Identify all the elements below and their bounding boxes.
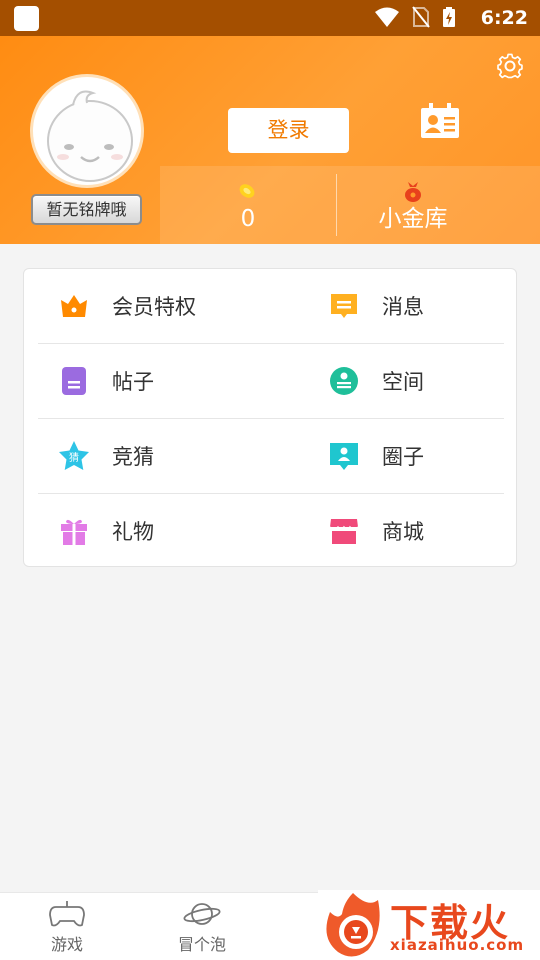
menu-item-gifts[interactable]: 礼物 bbox=[58, 494, 278, 568]
planet-icon bbox=[183, 903, 221, 925]
vault-stat[interactable]: 小金库 bbox=[350, 179, 476, 235]
shop-icon bbox=[329, 519, 359, 544]
default-avatar-face-icon bbox=[47, 90, 133, 182]
post-icon bbox=[62, 367, 86, 395]
guess-icon: 猜 bbox=[59, 441, 89, 470]
no-sim-icon bbox=[412, 6, 430, 28]
profile-header: 暂无铭牌哦 登录 0 小金库 bbox=[0, 36, 540, 244]
clock: 6:22 bbox=[480, 7, 528, 29]
crown-icon bbox=[61, 295, 87, 317]
menu-item-messages[interactable]: 消息 bbox=[328, 269, 498, 343]
menu-item-shop[interactable]: 商城 bbox=[328, 494, 498, 568]
svg-text:猜: 猜 bbox=[69, 451, 79, 464]
menu-label: 商城 bbox=[382, 520, 424, 544]
menu-row: 帖子 空间 bbox=[38, 344, 504, 419]
money-bag-icon bbox=[405, 182, 421, 202]
coins-stat[interactable]: 0 bbox=[200, 179, 296, 235]
menu-item-circles[interactable]: 圈子 bbox=[328, 419, 498, 493]
menu-item-vip-privileges[interactable]: 会员特权 bbox=[58, 269, 278, 343]
feature-menu-card: 会员特权 消息 帖子 空间 猜 竞猜 圈子 礼物 商城 bbox=[23, 268, 517, 567]
avatar[interactable] bbox=[30, 74, 144, 188]
battery-charging-icon bbox=[443, 7, 455, 27]
nav-label: 冒个泡 bbox=[177, 935, 226, 954]
menu-row: 会员特权 消息 bbox=[38, 269, 504, 344]
gift-icon bbox=[61, 519, 87, 545]
gamepad-icon bbox=[49, 901, 85, 927]
space-icon bbox=[330, 367, 358, 395]
circle-group-icon bbox=[330, 443, 358, 470]
app-notification-icon bbox=[14, 6, 39, 31]
menu-item-guess[interactable]: 猜 竞猜 bbox=[58, 419, 278, 493]
nameplate-badge-button[interactable]: 暂无铭牌哦 bbox=[31, 194, 142, 225]
menu-label: 礼物 bbox=[112, 520, 154, 544]
wifi-icon bbox=[375, 7, 399, 27]
watermark-domain: xiazaihuo.com bbox=[390, 936, 525, 954]
login-button[interactable]: 登录 bbox=[228, 108, 349, 153]
coin-icon bbox=[239, 184, 255, 198]
menu-label: 会员特权 bbox=[112, 295, 196, 319]
menu-label: 空间 bbox=[382, 370, 424, 394]
menu-label: 帖子 bbox=[112, 370, 154, 394]
menu-item-space[interactable]: 空间 bbox=[328, 344, 498, 418]
watermark-logo: 下载火 xiazaihuo.com bbox=[318, 890, 540, 960]
status-bar: 6:22 bbox=[0, 0, 540, 36]
message-icon bbox=[331, 294, 357, 318]
stats-divider bbox=[336, 174, 337, 236]
settings-gear-icon[interactable] bbox=[496, 52, 524, 80]
menu-label: 消息 bbox=[382, 295, 424, 319]
menu-row: 礼物 商城 bbox=[38, 494, 504, 569]
flame-logo-icon bbox=[326, 893, 380, 957]
coins-value: 0 bbox=[240, 206, 256, 232]
id-card-icon[interactable] bbox=[419, 102, 461, 140]
nav-label: 游戏 bbox=[50, 935, 83, 954]
menu-item-posts[interactable]: 帖子 bbox=[58, 344, 278, 418]
menu-label: 竞猜 bbox=[112, 445, 154, 469]
menu-label: 圈子 bbox=[382, 445, 424, 469]
vault-label: 小金库 bbox=[378, 206, 448, 232]
nav-tab-bubble[interactable]: 冒个泡 bbox=[152, 899, 252, 955]
nav-tab-games[interactable]: 游戏 bbox=[17, 899, 117, 955]
menu-row: 猜 竞猜 圈子 bbox=[38, 419, 504, 494]
